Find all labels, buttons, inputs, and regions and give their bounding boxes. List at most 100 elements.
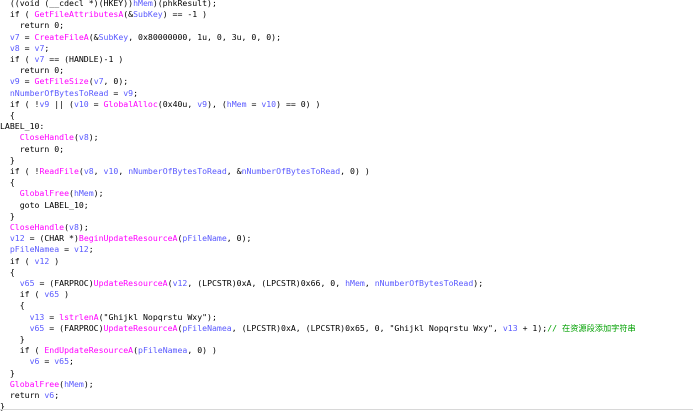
code-line[interactable]: CloseHandle(v8); [0, 131, 99, 143]
code-line[interactable]: CloseHandle(v8); [0, 221, 89, 233]
variable-name: SubKey [133, 9, 163, 20]
code-text: = [59, 244, 74, 255]
code-line[interactable]: return 0; [0, 64, 64, 76]
code-line[interactable]: return 0; [0, 143, 64, 155]
code-line[interactable]: } [0, 367, 15, 379]
code-text: , 0) ) [187, 345, 217, 356]
code-line[interactable]: LABEL_10: [0, 120, 44, 132]
code-text: ), ( [207, 98, 227, 109]
code-line[interactable]: v13 = lstrlenA("Ghijkl Nopqrstu Wxy"); [0, 311, 217, 323]
code-line[interactable]: if ( GetFileAttributesA(&SubKey) == -1 ) [0, 8, 207, 20]
code-line[interactable]: GlobalFree(hMem); [0, 378, 94, 390]
code-text: if ( [0, 289, 45, 300]
code-line[interactable]: return 0; [0, 19, 64, 31]
code-line[interactable]: v9 = GetFileSize(v7, 0); [0, 75, 128, 87]
code-text: { [0, 300, 25, 311]
code-line[interactable]: if ( v65 ) [0, 288, 69, 300]
code-line[interactable]: } [0, 210, 15, 222]
pseudocode-view[interactable]: ((void (__cdecl *)(HKEY)) hMem )(phkResult… [0, 0, 693, 414]
code-text: || ( [49, 98, 74, 109]
code-line[interactable]: { [0, 109, 15, 121]
code-text: , 0); [226, 233, 252, 244]
code-text: = [39, 356, 55, 367]
variable-name: v9 [197, 98, 208, 109]
code-line[interactable]: GlobalFree(hMem); [0, 187, 104, 199]
code-text: , 0x80000000, 1u, 0, 3u, 0, 0); [128, 31, 281, 42]
code-text: ; [69, 356, 74, 367]
variable-name: pFileNamea [9, 244, 60, 255]
code-line[interactable]: } [0, 400, 5, 412]
code-line[interactable]: if ( v12 ) [0, 255, 59, 267]
code-line[interactable]: v6 = v65; [0, 355, 74, 367]
code-text: ) [49, 255, 60, 266]
code-text: } [0, 367, 15, 378]
code-line[interactable]: nNumberOfBytesToRead = v9; [0, 87, 138, 99]
code-line[interactable]: v8 = v7; [0, 42, 49, 54]
code-line[interactable]: { [0, 176, 15, 188]
code-line[interactable]: if ( v7 == (HANDLE)-1 ) [0, 53, 123, 65]
code-text: = (CHAR *) [24, 233, 79, 244]
function-name: GetFileAttributesA [34, 9, 124, 20]
code-line[interactable]: } [0, 154, 15, 166]
variable-name: v10 [73, 98, 89, 109]
code-line[interactable]: if ( EndUpdateResourceA(pFileNamea, 0) ) [0, 344, 217, 356]
code-text: + 1); [517, 322, 548, 333]
code-line[interactable]: if ( !ReadFile(v8, v10, nNumberOfBytesTo… [0, 165, 370, 177]
variable-name: v65 [19, 278, 35, 288]
code-text: , (LPCSTR)0xA, (LPCSTR)0x66, 0, [187, 278, 346, 288]
code-line[interactable]: v12 = (CHAR *)BeginUpdateResourceA(pFile… [0, 232, 252, 244]
variable-name: v12 [73, 244, 89, 255]
variable-name: v9 [9, 76, 20, 87]
function-name: CloseHandle [9, 222, 65, 232]
code-text: = [19, 42, 35, 53]
variable-name: pFileName [182, 233, 227, 244]
code-text: ((void (__cdecl *)(HKEY)) [0, 0, 134, 8]
code-text: , (LPCSTR)0xA, (LPCSTR)0x65, 0, "Ghijkl … [231, 322, 503, 333]
code-text: ) == 0) ) [276, 98, 321, 109]
function-name: GlobalFree [9, 378, 60, 389]
code-text: if ( [0, 345, 45, 356]
code-label: LABEL_10: [0, 121, 45, 132]
code-text: , [364, 278, 375, 288]
code-line[interactable]: { [0, 299, 25, 311]
variable-name: v12 [34, 255, 50, 266]
code-line[interactable]: { [0, 266, 15, 278]
variable-name: v65 [44, 289, 60, 300]
function-name: CloseHandle [19, 132, 74, 143]
function-name: CreateFileA [34, 31, 89, 42]
function-name: GlobalFree [19, 188, 70, 199]
variable-name: v8 [9, 42, 20, 53]
code-text: if ( [0, 255, 35, 266]
variable-name: hMem [345, 278, 365, 288]
code-text: (0x40u, [157, 98, 198, 109]
code-line[interactable]: goto LABEL_10; [0, 199, 89, 211]
variable-name: pFileNamea [138, 345, 188, 356]
code-line[interactable]: v7 = CreateFileA(&SubKey, 0x80000000, 1u… [0, 31, 281, 43]
code-line[interactable]: if ( !v9 || (v10 = GlobalAlloc(0x40u, v9… [0, 98, 321, 110]
code-text: if ( [0, 54, 35, 64]
code-line[interactable]: v65 = (FARPROC)UpdateResourceA(pFileName… [0, 322, 636, 334]
code-text: )(phkResult); [152, 0, 217, 8]
code-text: , 0) ) [340, 166, 370, 176]
code-text: if ( [0, 9, 35, 20]
variable-name: v13 [29, 311, 45, 322]
code-text: ) == -1 ) [162, 9, 208, 20]
variable-name: v7 [34, 42, 45, 53]
code-line[interactable]: } [0, 333, 25, 345]
function-name: EndUpdateResourceA [44, 345, 134, 356]
code-line[interactable]: return v6; [0, 389, 59, 401]
variable-name: SubKey [98, 31, 129, 42]
variable-name: v13 [502, 322, 518, 333]
variable-name: v12 [9, 233, 25, 244]
function-name: UpdateResourceA [103, 322, 178, 333]
variable-name: v12 [172, 278, 188, 288]
code-line[interactable]: v65 = (FARPROC)UpdateResourceA(v12, (LPC… [0, 277, 483, 289]
code-line[interactable]: pFileNamea = v12; [0, 243, 94, 255]
code-text: ; [44, 42, 50, 53]
code-text: ); [93, 188, 104, 199]
function-name: GetFileSize [34, 76, 89, 87]
